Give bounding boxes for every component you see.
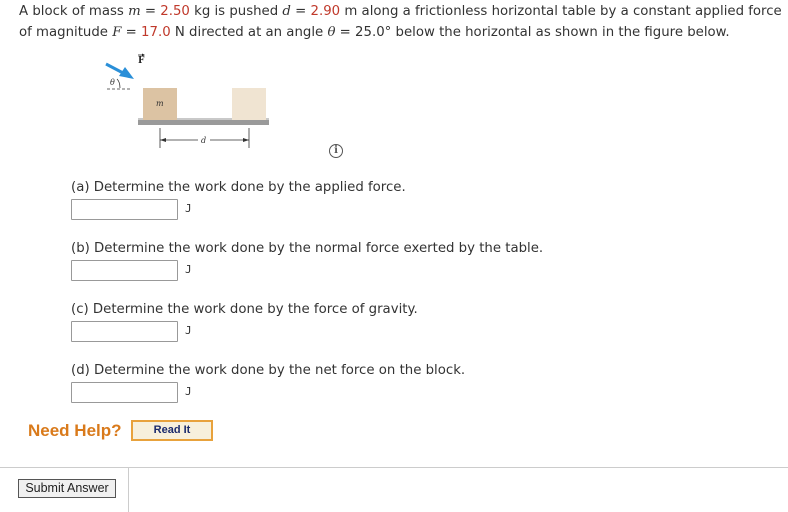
distance-symbol: d xyxy=(282,4,291,19)
unit-b: J xyxy=(185,263,192,276)
mass-value: 2.50 xyxy=(160,4,190,19)
block-diagram: m F θ d xyxy=(105,53,269,148)
unit-d: J xyxy=(185,385,192,398)
part-c: (c) Determine the work done by the force… xyxy=(71,302,418,343)
table-surface xyxy=(138,120,269,125)
angle-label: θ xyxy=(110,78,115,87)
distance-value: 2.90 xyxy=(310,4,341,19)
unit-a: J xyxy=(185,202,192,215)
mass-symbol: m xyxy=(128,4,141,19)
submit-answer-button[interactable]: Submit Answer xyxy=(18,479,116,498)
read-it-button[interactable]: Read It xyxy=(131,420,213,441)
answer-d-input[interactable] xyxy=(71,382,178,403)
need-help-label: Need Help? xyxy=(28,421,122,440)
part-a: (a) Determine the work done by the appli… xyxy=(71,180,406,221)
problem-statement: A block of mass m = 2.50 kg is pushed d … xyxy=(19,4,782,40)
part-d: (d) Determine the work done by the net f… xyxy=(71,363,465,404)
answer-a-input[interactable] xyxy=(71,199,178,220)
block-final xyxy=(232,88,266,120)
part-b: (b) Determine the work done by the norma… xyxy=(71,241,543,282)
force-label: F xyxy=(138,56,145,66)
mass-label: m xyxy=(156,99,164,108)
question-b: (b) Determine the work done by the norma… xyxy=(71,241,544,256)
question-d: (d) Determine the work done by the net f… xyxy=(71,363,466,378)
question-a: (a) Determine the work done by the appli… xyxy=(71,180,406,195)
answer-b-input[interactable] xyxy=(71,260,178,281)
force-value: 17.0 xyxy=(141,24,171,40)
footer-divider-vertical xyxy=(128,467,129,512)
footer-divider xyxy=(0,467,788,468)
unit-c: J xyxy=(185,324,192,337)
answer-c-input[interactable] xyxy=(71,321,178,342)
question-c: (c) Determine the work done by the force… xyxy=(71,302,418,317)
info-icon[interactable]: i xyxy=(329,144,343,158)
distance-label: d xyxy=(201,136,206,145)
